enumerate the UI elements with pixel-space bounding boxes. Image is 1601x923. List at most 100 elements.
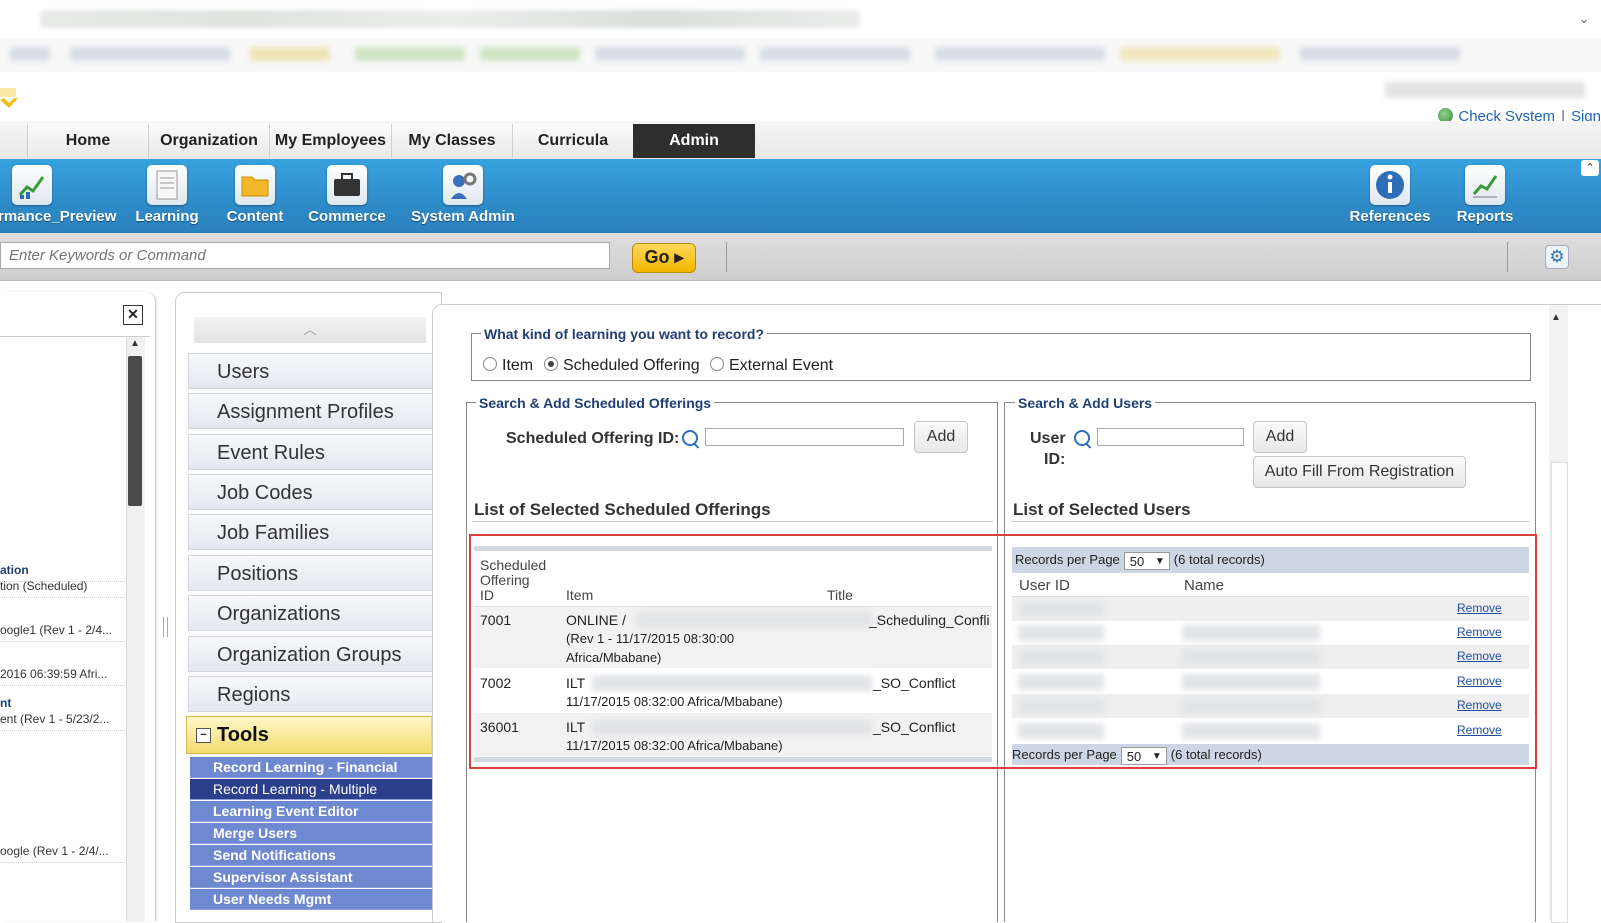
search-icon[interactable] <box>1074 430 1090 446</box>
menu-item-assignment-profiles[interactable]: Assignment Profiles <box>188 393 432 429</box>
content-scroll-thumb[interactable] <box>1551 462 1568 923</box>
table-row[interactable]: Remove <box>1012 670 1529 694</box>
panel-resize-handle[interactable] <box>163 617 168 637</box>
divider <box>726 242 727 272</box>
menu-item-users[interactable]: Users <box>188 353 432 389</box>
bookmark[interactable] <box>760 47 910 61</box>
bookmark[interactable] <box>70 47 230 61</box>
records-per-page-select[interactable]: 50 ▼ <box>1120 746 1167 765</box>
table-row[interactable]: Remove <box>1012 694 1529 718</box>
menu-section-tools[interactable]: Tools <box>186 716 432 754</box>
bookmark[interactable] <box>595 47 745 61</box>
tab-home[interactable]: Home <box>27 124 149 158</box>
close-icon[interactable]: ✕ <box>123 305 143 325</box>
remove-link[interactable]: Remove <box>1457 649 1502 663</box>
toolbar-learning[interactable]: Learning <box>134 165 200 225</box>
user-id-input[interactable] <box>1097 428 1244 446</box>
tab-organization[interactable]: Organization <box>148 124 270 158</box>
offerings-list-title: List of Selected Scheduled Offerings <box>474 500 771 519</box>
table-row[interactable]: 7002 ILT _SO_Conflict 11/17/2015 08:32:0… <box>474 669 992 712</box>
bookmark[interactable] <box>10 47 50 61</box>
radio-button[interactable] <box>544 357 558 371</box>
tab-admin[interactable]: Admin <box>633 124 755 158</box>
menu-scroll-up-icon[interactable]: ︿ <box>194 317 426 343</box>
left-scroll-thumb[interactable] <box>128 356 142 506</box>
scroll-up-icon[interactable]: ▲ <box>1551 312 1561 323</box>
add-offering-button[interactable]: Add <box>914 421 968 453</box>
tab-my-classes[interactable]: My Classes <box>391 124 513 158</box>
left-list-item[interactable]: oogle (Rev 1 - 2/4/... <box>0 844 125 863</box>
remove-link[interactable]: Remove <box>1457 723 1502 737</box>
radio-button[interactable] <box>483 357 497 371</box>
remove-link[interactable]: Remove <box>1457 674 1502 688</box>
tools-item-record-learning-multiple[interactable]: Record Learning - Multiple <box>190 779 432 800</box>
table-row[interactable]: Remove <box>1012 621 1529 645</box>
offering-id-input[interactable] <box>705 428 904 446</box>
users-legend: Search & Add Users <box>1015 395 1156 411</box>
tools-item-learning-event-editor[interactable]: Learning Event Editor <box>190 801 432 822</box>
tools-item-record-learning-financial[interactable]: Record Learning - Financial <box>190 757 432 778</box>
bookmark[interactable] <box>355 47 465 61</box>
table-row[interactable]: Remove <box>1012 719 1529 743</box>
redacted-user-id <box>1018 698 1104 714</box>
menu-item-job-codes[interactable]: Job Codes <box>188 474 432 510</box>
records-per-page-select[interactable]: 50 ▼ <box>1123 551 1170 570</box>
menu-item-job-families[interactable]: Job Families <box>188 514 432 550</box>
collapse-toolbar-icon[interactable]: ⌃ <box>1581 160 1599 176</box>
toolbar-label: System Admin <box>411 208 515 225</box>
left-list-item[interactable]: ent (Rev 1 - 5/23/2... <box>0 712 125 731</box>
left-list-item[interactable]: 2016 06:39:59 Afri... <box>0 667 125 686</box>
toolbar-commerce[interactable]: Commerce <box>306 165 388 225</box>
menu-item-event-rules[interactable]: Event Rules <box>188 434 432 470</box>
toolbar-content[interactable]: Content <box>222 165 288 225</box>
redacted-text <box>592 719 872 735</box>
bookmark[interactable] <box>1120 47 1280 61</box>
bookmark[interactable] <box>480 47 580 61</box>
dropdown-caret-icon: ▼ <box>1151 750 1162 762</box>
tools-item-merge-users[interactable]: Merge Users <box>190 823 432 844</box>
radio-item[interactable]: Item <box>483 357 533 375</box>
bookmark[interactable] <box>250 47 330 61</box>
offering-detail: 11/17/2015 08:32:00 Africa/Mbabane) <box>566 694 783 709</box>
remove-link[interactable]: Remove <box>1457 601 1502 615</box>
toolbar-performance-preview[interactable]: rmance_Preview <box>0 165 116 225</box>
tab-my-employees[interactable]: My Employees <box>269 124 392 158</box>
table-row[interactable]: 7001 ONLINE / _Scheduling_Confli (Rev 1 … <box>474 607 992 668</box>
table-row[interactable]: Remove <box>1012 645 1529 669</box>
menu-item-positions[interactable]: Positions <box>188 555 432 591</box>
collapse-tools-icon[interactable]: − <box>196 728 211 743</box>
menu-item-regions[interactable]: Regions <box>188 676 432 712</box>
menu-item-organizations[interactable]: Organizations <box>188 595 432 631</box>
keyword-search-input[interactable] <box>0 242 610 269</box>
tools-item-user-needs-mgmt[interactable]: User Needs Mgmt <box>190 889 432 910</box>
address-dropdown-icon[interactable]: ⌄ <box>1579 12 1589 26</box>
settings-gear-icon[interactable]: ⚙ <box>1545 245 1569 269</box>
offering-id-cell: 7001 <box>480 612 512 628</box>
scroll-up-icon[interactable]: ▲ <box>128 338 142 354</box>
remove-link[interactable]: Remove <box>1457 625 1502 639</box>
add-user-button[interactable]: Add <box>1253 421 1307 453</box>
go-button[interactable]: Go ▸ <box>632 243 696 273</box>
redacted-name <box>1182 625 1320 641</box>
tools-item-supervisor-assistant[interactable]: Supervisor Assistant <box>190 867 432 888</box>
left-item-text: ent (Rev 1 - 5/23/2... <box>0 712 110 726</box>
tools-item-send-notifications[interactable]: Send Notifications <box>190 845 432 866</box>
menu-item-organization-groups[interactable]: Organization Groups <box>188 636 432 672</box>
toolbar-system-admin[interactable]: System Admin <box>410 165 516 225</box>
bookmark[interactable] <box>935 47 1105 61</box>
left-list-item[interactable]: tion (Scheduled) <box>0 579 125 598</box>
radio-button[interactable] <box>710 357 724 371</box>
toolbar-reports[interactable]: Reports <box>1452 165 1518 225</box>
table-row[interactable]: 36001 ILT _SO_Conflict 11/17/2015 08:32:… <box>474 713 992 756</box>
auto-fill-button[interactable]: Auto Fill From Registration <box>1253 456 1466 488</box>
left-list-item[interactable]: oogle1 (Rev 1 - 2/4... <box>0 623 125 642</box>
radio-external-event[interactable]: External Event <box>710 357 833 375</box>
bookmark[interactable] <box>1300 47 1460 61</box>
search-icon[interactable] <box>682 430 698 446</box>
toolbar-label: Commerce <box>308 208 386 225</box>
radio-scheduled-offering[interactable]: Scheduled Offering <box>544 357 700 375</box>
remove-link[interactable]: Remove <box>1457 698 1502 712</box>
table-row[interactable]: Remove <box>1012 597 1529 621</box>
tab-curricula[interactable]: Curricula <box>512 124 634 158</box>
toolbar-references[interactable]: References <box>1348 165 1432 225</box>
